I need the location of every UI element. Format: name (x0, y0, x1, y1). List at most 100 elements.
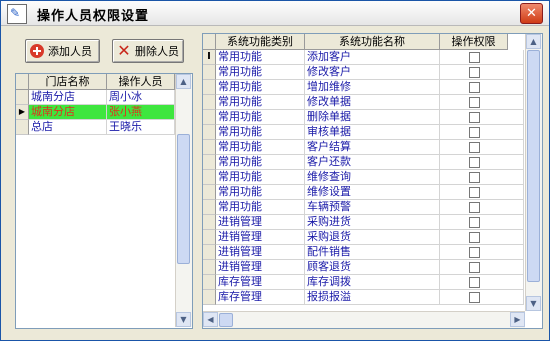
permission-checkbox[interactable] (469, 232, 480, 243)
permission-cell[interactable] (440, 155, 524, 170)
function-name-cell[interactable]: 审核单据 (305, 125, 440, 140)
function-name-cell[interactable]: 报损报溢 (305, 290, 440, 305)
row-indicator[interactable] (203, 65, 216, 80)
row-indicator[interactable]: ▶ (16, 105, 29, 120)
permission-horizontal-scrollbar[interactable]: ◀ ▶ (203, 311, 525, 328)
permission-grid[interactable]: 系统功能类别 系统功能名称 操作权限 I 常用功能 添加客户 常用功能 修改客户 常用功能… (202, 33, 543, 329)
row-indicator[interactable] (203, 125, 216, 140)
permission-checkbox[interactable] (469, 67, 480, 78)
permission-vertical-scrollbar[interactable]: ▲ ▼ (525, 34, 542, 311)
function-name-cell[interactable]: 维修查询 (305, 170, 440, 185)
scroll-left-icon[interactable]: ◀ (203, 312, 218, 327)
permission-cell[interactable] (440, 290, 524, 305)
permission-cell[interactable] (440, 230, 524, 245)
function-name-cell[interactable]: 车辆预警 (305, 200, 440, 215)
category-cell[interactable]: 库存管理 (216, 290, 305, 305)
category-cell[interactable]: 常用功能 (216, 80, 305, 95)
category-cell[interactable]: 常用功能 (216, 170, 305, 185)
scroll-down-icon[interactable]: ▼ (526, 296, 541, 311)
permission-checkbox[interactable] (469, 97, 480, 108)
function-name-cell[interactable]: 顾客退货 (305, 260, 440, 275)
permission-cell[interactable] (440, 185, 524, 200)
category-cell[interactable]: 常用功能 (216, 200, 305, 215)
scroll-down-icon[interactable]: ▼ (176, 312, 191, 327)
permission-cell[interactable] (440, 245, 524, 260)
function-name-cell[interactable]: 增加维修 (305, 80, 440, 95)
permission-cell[interactable] (440, 65, 524, 80)
function-name-cell[interactable]: 维修设置 (305, 185, 440, 200)
permission-checkbox[interactable] (469, 292, 480, 303)
col-function-header[interactable]: 系统功能名称 (305, 34, 440, 50)
category-cell[interactable]: 常用功能 (216, 50, 305, 65)
person-cell[interactable]: 王晓乐 (107, 120, 175, 135)
row-indicator[interactable]: I (203, 50, 216, 65)
scroll-up-icon[interactable]: ▲ (176, 74, 191, 89)
row-indicator[interactable] (203, 95, 216, 110)
scroll-right-icon[interactable]: ▶ (510, 312, 525, 327)
function-name-cell[interactable]: 配件销售 (305, 245, 440, 260)
scroll-thumb[interactable] (177, 134, 190, 264)
row-indicator[interactable] (203, 290, 216, 305)
permission-checkbox[interactable] (469, 52, 480, 63)
store-cell[interactable]: 城南分店 (29, 105, 107, 120)
category-cell[interactable]: 进销管理 (216, 215, 305, 230)
function-name-cell[interactable]: 库存调拨 (305, 275, 440, 290)
col-permission-header[interactable]: 操作权限 (440, 34, 508, 50)
permission-cell[interactable] (440, 170, 524, 185)
permission-checkbox[interactable] (469, 187, 480, 198)
row-indicator[interactable] (16, 120, 29, 135)
category-cell[interactable]: 库存管理 (216, 275, 305, 290)
store-cell[interactable]: 城南分店 (29, 90, 107, 105)
category-cell[interactable]: 常用功能 (216, 125, 305, 140)
add-staff-button[interactable]: 添加人员 (25, 39, 100, 63)
category-cell[interactable]: 进销管理 (216, 260, 305, 275)
row-indicator[interactable] (203, 200, 216, 215)
permission-checkbox[interactable] (469, 202, 480, 213)
function-name-cell[interactable]: 添加客户 (305, 50, 440, 65)
category-cell[interactable]: 常用功能 (216, 65, 305, 80)
permission-cell[interactable] (440, 200, 524, 215)
row-indicator[interactable] (203, 245, 216, 260)
col-person-header[interactable]: 操作人员 (107, 74, 175, 90)
scroll-thumb[interactable] (527, 50, 540, 282)
permission-cell[interactable] (440, 95, 524, 110)
permission-checkbox[interactable] (469, 127, 480, 138)
col-category-header[interactable]: 系统功能类别 (216, 34, 305, 50)
function-name-cell[interactable]: 采购进货 (305, 215, 440, 230)
permission-checkbox[interactable] (469, 247, 480, 258)
row-indicator[interactable] (203, 110, 216, 125)
staff-vertical-scrollbar[interactable]: ▲ ▼ (175, 74, 192, 327)
category-cell[interactable]: 进销管理 (216, 245, 305, 260)
permission-cell[interactable] (440, 260, 524, 275)
delete-staff-button[interactable]: ✕ 删除人员 (112, 39, 184, 63)
permission-checkbox[interactable] (469, 217, 480, 228)
permission-cell[interactable] (440, 140, 524, 155)
person-cell[interactable]: 张小燕 (107, 105, 175, 120)
permission-checkbox[interactable] (469, 277, 480, 288)
function-name-cell[interactable]: 采购退货 (305, 230, 440, 245)
row-indicator[interactable] (203, 80, 216, 95)
function-name-cell[interactable]: 删除单据 (305, 110, 440, 125)
person-cell[interactable]: 周小冰 (107, 90, 175, 105)
row-indicator[interactable] (16, 90, 29, 105)
row-indicator[interactable] (203, 275, 216, 290)
permission-checkbox[interactable] (469, 172, 480, 183)
function-name-cell[interactable]: 客户结算 (305, 140, 440, 155)
permission-cell[interactable] (440, 275, 524, 290)
scroll-thumb[interactable] (219, 313, 233, 327)
function-name-cell[interactable]: 修改单据 (305, 95, 440, 110)
col-store-header[interactable]: 门店名称 (29, 74, 107, 90)
row-indicator[interactable] (203, 260, 216, 275)
row-indicator[interactable] (203, 230, 216, 245)
permission-checkbox[interactable] (469, 82, 480, 93)
permission-checkbox[interactable] (469, 142, 480, 153)
permission-cell[interactable] (440, 125, 524, 140)
store-cell[interactable]: 总店 (29, 120, 107, 135)
permission-cell[interactable] (440, 50, 524, 65)
permission-cell[interactable] (440, 80, 524, 95)
category-cell[interactable]: 常用功能 (216, 110, 305, 125)
permission-checkbox[interactable] (469, 157, 480, 168)
staff-grid[interactable]: 门店名称 操作人员 城南分店 周小冰 ▶ 城南分店 张小燕 总店 王晓乐 ▲ ▼ (15, 73, 193, 329)
row-indicator[interactable] (203, 185, 216, 200)
function-name-cell[interactable]: 修改客户 (305, 65, 440, 80)
